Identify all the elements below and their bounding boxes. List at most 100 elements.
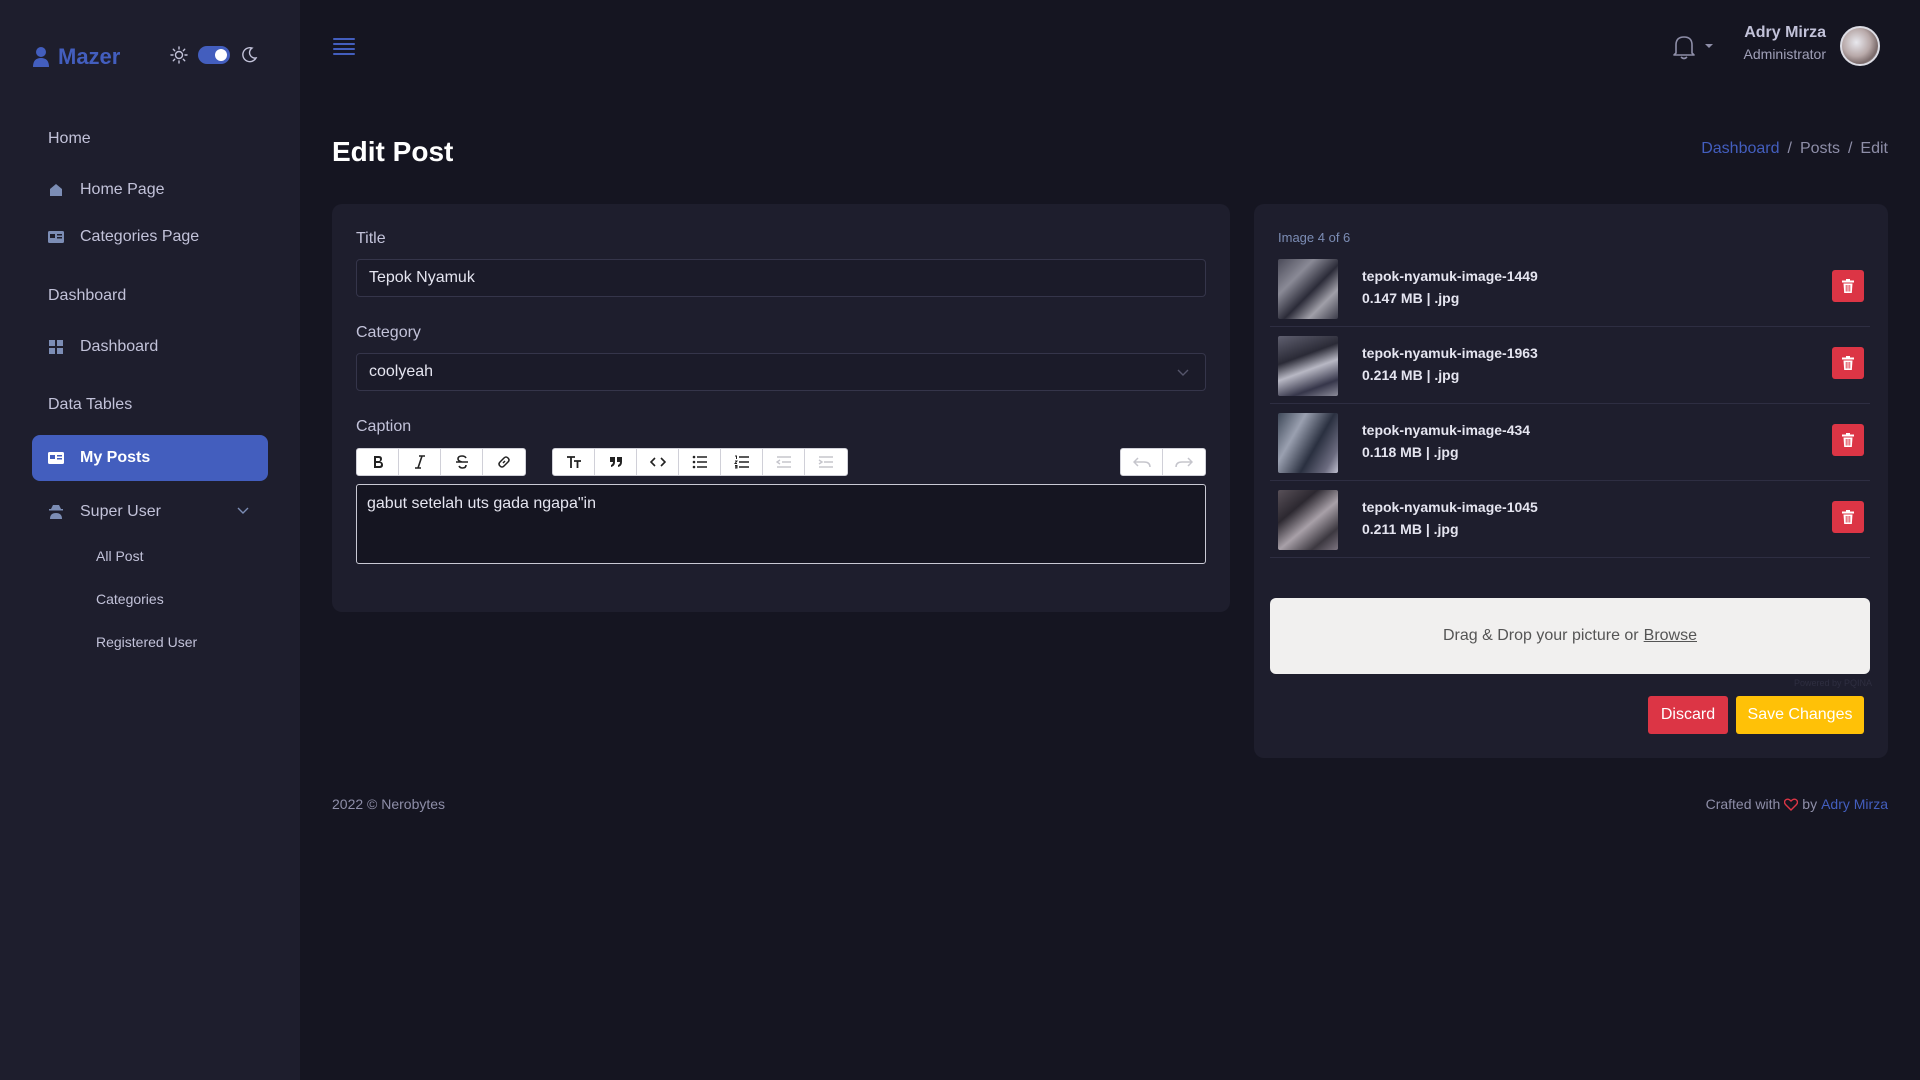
bold-button[interactable] bbox=[357, 449, 399, 475]
code-button[interactable] bbox=[637, 449, 679, 475]
indent-button[interactable] bbox=[805, 449, 847, 475]
file-meta: 0.214 MB | .jpg bbox=[1362, 367, 1460, 383]
numbered-list-button[interactable] bbox=[721, 449, 763, 475]
chevron-down-icon bbox=[237, 507, 249, 514]
user-icon bbox=[33, 47, 49, 67]
sidebar-item-categories-page[interactable]: Categories Page bbox=[32, 214, 268, 260]
theme-toggle[interactable] bbox=[170, 46, 258, 64]
caption-label: Caption bbox=[356, 418, 412, 435]
image-upload-card: Image 4 of 6 tepok-nyamuk-image-1449 0.1… bbox=[1254, 204, 1888, 758]
sun-icon bbox=[170, 46, 188, 64]
dark-mode-switch[interactable] bbox=[198, 46, 230, 64]
italic-icon bbox=[414, 455, 425, 469]
footer-credit: Crafted with by Adry Mirza bbox=[1706, 796, 1888, 812]
discard-button[interactable]: Discard bbox=[1648, 696, 1728, 734]
footer-crafted-text: Crafted with bbox=[1705, 796, 1781, 812]
image-counter: Image 4 of 6 bbox=[1278, 230, 1351, 245]
user-secret-icon bbox=[48, 504, 64, 520]
dropzone-text: Drag & Drop your picture or bbox=[1443, 627, 1639, 644]
outdent-icon bbox=[775, 456, 791, 468]
powered-by-credit[interactable]: Powered by PQINA bbox=[1794, 678, 1872, 688]
file-thumbnail bbox=[1278, 259, 1338, 319]
breadcrumb-separator: / bbox=[1847, 140, 1853, 157]
strikethrough-icon bbox=[455, 455, 468, 469]
category-label: Category bbox=[356, 324, 421, 341]
brand-name: Mazer bbox=[58, 44, 121, 69]
user-name[interactable]: Adry Mirza bbox=[1744, 24, 1826, 42]
sidebar-item-home-page[interactable]: Home Page bbox=[32, 167, 268, 213]
avatar[interactable] bbox=[1840, 26, 1880, 66]
sidebar-section-data-tables: Data Tables bbox=[48, 396, 133, 413]
heading-button[interactable] bbox=[553, 449, 595, 475]
italic-button[interactable] bbox=[399, 449, 441, 475]
sidebar-item-my-posts[interactable]: My Posts bbox=[32, 435, 268, 481]
delete-file-button[interactable] bbox=[1832, 424, 1864, 456]
breadcrumb: Dashboard / Posts / Edit bbox=[1701, 140, 1888, 158]
page-title: Edit Post bbox=[332, 136, 454, 167]
trash-icon bbox=[1842, 433, 1854, 447]
delete-file-button[interactable] bbox=[1832, 270, 1864, 302]
delete-file-button[interactable] bbox=[1832, 501, 1864, 533]
browse-link[interactable]: Browse bbox=[1644, 627, 1697, 645]
delete-file-button[interactable] bbox=[1832, 347, 1864, 379]
numbered-list-icon bbox=[733, 455, 749, 469]
editor-toolbar bbox=[356, 448, 1206, 476]
file-name: tepok-nyamuk-image-1045 bbox=[1362, 499, 1538, 515]
sidebar-item-label: Home Page bbox=[80, 181, 165, 198]
link-button[interactable] bbox=[483, 449, 525, 475]
footer-by-text: by bbox=[1802, 796, 1818, 812]
brand-logo[interactable]: Mazer bbox=[32, 44, 120, 70]
sidebar-item-dashboard[interactable]: Dashboard bbox=[32, 324, 268, 370]
submenu-item-registered-user[interactable]: Registered User bbox=[96, 634, 197, 650]
edit-post-form-card: Title Tepok Nyamuk Category coolyeah Cap… bbox=[332, 204, 1230, 612]
sidebar-item-label: My Posts bbox=[80, 449, 151, 466]
chevron-down-icon bbox=[1177, 369, 1189, 376]
title-label: Title bbox=[356, 230, 386, 247]
strikethrough-button[interactable] bbox=[441, 449, 483, 475]
footer-copyright: 2022 © Nerobytes bbox=[332, 796, 446, 812]
user-role: Administrator bbox=[1743, 46, 1826, 62]
caption-editor[interactable]: gabut setelah uts gada ngapa"in bbox=[356, 484, 1206, 564]
caption-editor-text: gabut setelah uts gada ngapa"in bbox=[367, 495, 596, 512]
quote-button[interactable] bbox=[595, 449, 637, 475]
link-icon bbox=[498, 456, 510, 468]
redo-button[interactable] bbox=[1163, 449, 1205, 475]
image-dropzone[interactable]: Drag & Drop your picture or Browse bbox=[1270, 598, 1870, 674]
toolbar-group-block bbox=[552, 448, 848, 476]
bold-icon bbox=[373, 456, 383, 468]
toolbar-group-history bbox=[1120, 448, 1206, 476]
moon-icon bbox=[242, 46, 258, 63]
grid-icon bbox=[48, 339, 64, 355]
category-select-value: coolyeah bbox=[369, 363, 434, 380]
file-meta: 0.147 MB | .jpg bbox=[1362, 290, 1460, 306]
hamburger-menu-icon[interactable] bbox=[332, 36, 356, 56]
heart-icon bbox=[1784, 798, 1799, 811]
sidebar: Mazer Home Home Page Categories Page Das… bbox=[0, 0, 300, 1080]
submenu-item-categories[interactable]: Categories bbox=[96, 591, 164, 607]
file-meta: 0.118 MB | .jpg bbox=[1362, 444, 1459, 460]
file-name: tepok-nyamuk-image-434 bbox=[1362, 422, 1531, 438]
save-changes-button[interactable]: Save Changes bbox=[1736, 696, 1864, 734]
bell-icon[interactable] bbox=[1672, 34, 1696, 60]
title-input-value: Tepok Nyamuk bbox=[369, 269, 475, 286]
undo-button[interactable] bbox=[1121, 449, 1163, 475]
title-input[interactable]: Tepok Nyamuk bbox=[356, 259, 1206, 297]
file-name: tepok-nyamuk-image-1449 bbox=[1362, 268, 1538, 284]
file-row: tepok-nyamuk-image-434 0.118 MB | .jpg bbox=[1270, 404, 1870, 481]
sidebar-item-label: Dashboard bbox=[80, 338, 159, 355]
category-select[interactable]: coolyeah bbox=[356, 353, 1206, 391]
file-meta: 0.211 MB | .jpg bbox=[1362, 521, 1459, 537]
sidebar-section-dashboard: Dashboard bbox=[48, 287, 127, 304]
submenu-item-all-post[interactable]: All Post bbox=[96, 548, 143, 564]
file-thumbnail bbox=[1278, 336, 1338, 396]
caret-down-icon[interactable] bbox=[1704, 42, 1714, 50]
footer-author-link[interactable]: Adry Mirza bbox=[1821, 796, 1888, 812]
undo-icon bbox=[1132, 457, 1151, 468]
sidebar-item-label: Categories Page bbox=[80, 228, 200, 245]
sidebar-item-label: Super User bbox=[80, 503, 161, 520]
sidebar-item-super-user[interactable]: Super User bbox=[32, 489, 268, 535]
breadcrumb-edit: Edit bbox=[1860, 140, 1888, 157]
breadcrumb-dashboard[interactable]: Dashboard bbox=[1701, 140, 1779, 158]
outdent-button[interactable] bbox=[763, 449, 805, 475]
bullet-list-button[interactable] bbox=[679, 449, 721, 475]
